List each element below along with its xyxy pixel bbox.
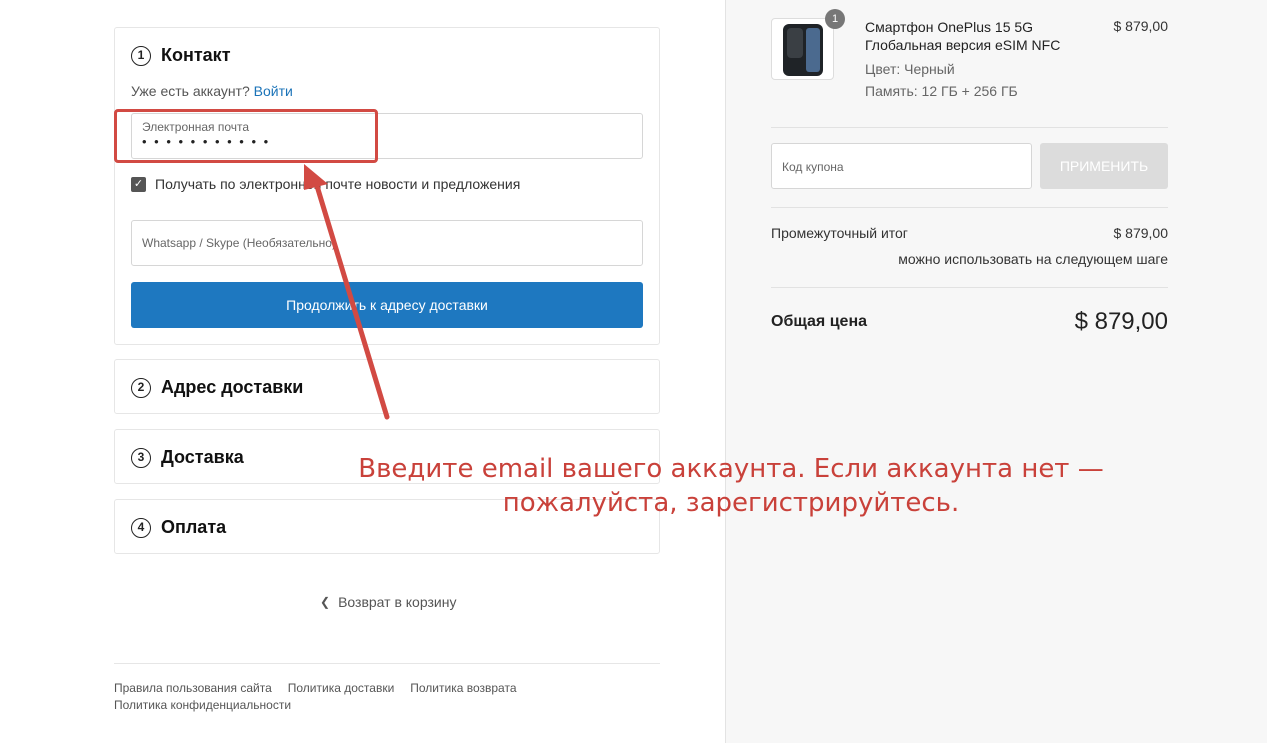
checkout-page: 1 Контакт Уже есть аккаунт? Войти Электр… (0, 0, 1267, 743)
step-number: 3 (131, 447, 151, 468)
summary-divider (771, 207, 1168, 208)
quantity-badge: 1 (825, 9, 845, 29)
footer-link-privacy[interactable]: Политика конфиденциальности (114, 698, 291, 712)
login-link[interactable]: Войти (254, 83, 293, 99)
step-number: 1 (131, 45, 151, 66)
step-number: 2 (131, 377, 151, 398)
footer-links: Правила пользования сайта Политика достав… (114, 680, 660, 714)
whatsapp-field[interactable]: Whatsapp / Skype (Необязательно) (131, 220, 643, 266)
have-account-line: Уже есть аккаунт? Войти (131, 83, 293, 99)
shipping-note: можно использовать на следующем шаге (898, 251, 1168, 267)
cart-item: 1 Смартфон OnePlus 15 5G Глобальная верс… (771, 9, 1169, 118)
product-thumbnail: 1 (771, 9, 845, 80)
continue-to-shipping-button[interactable]: Продолжить к адресу доставки (131, 282, 643, 328)
total-value: $ 879,00 (1074, 308, 1168, 335)
shipping-address-header: 2 Адрес доставки (131, 377, 303, 398)
newsletter-label: Получать по электронной почте новости и … (155, 176, 521, 192)
product-name: Смартфон OnePlus 15 5G Глобальная версия… (865, 19, 1061, 53)
subtotal-label: Промежуточный итог (771, 225, 908, 241)
summary-divider (771, 287, 1168, 288)
step-number: 4 (131, 517, 151, 538)
camera-module (787, 28, 803, 58)
coupon-input[interactable]: Код купона (771, 143, 1032, 189)
contact-header: 1 Контакт (131, 45, 231, 66)
chevron-left-icon: ❮ (320, 595, 331, 609)
whatsapp-placeholder: Whatsapp / Skype (Необязательно) (142, 236, 336, 250)
annotation-text: Введите email вашего аккаунта. Если акка… (358, 454, 1104, 518)
coupon-placeholder: Код купона (782, 160, 844, 174)
shipping-address-title: Адрес доставки (161, 377, 304, 397)
footer-link-terms[interactable]: Правила пользования сайта (114, 681, 272, 695)
annotation-highlight-box (114, 109, 378, 163)
newsletter-row: ✓ Получать по электронной почте новости … (131, 176, 520, 192)
subtotal-value: $ 879,00 (1113, 225, 1169, 241)
payment-title: Оплата (161, 517, 227, 537)
product-memory: Память: 12 ГБ + 256 ГБ (865, 83, 1018, 99)
back-to-cart-label: Возврат в корзину (338, 594, 457, 610)
total-label: Общая цена (771, 313, 867, 330)
delivery-header: 3 Доставка (131, 447, 244, 468)
product-color: Цвет: Черный (865, 61, 955, 77)
summary-divider (771, 127, 1168, 128)
phone-image (783, 24, 823, 76)
footer-divider (114, 663, 660, 664)
delivery-title: Доставка (161, 447, 244, 467)
footer-link-returns[interactable]: Политика возврата (410, 681, 516, 695)
newsletter-checkbox[interactable]: ✓ (131, 176, 146, 192)
contact-section: 1 Контакт Уже есть аккаунт? Войти Электр… (114, 27, 660, 345)
shipping-address-section[interactable]: 2 Адрес доставки (114, 359, 660, 414)
footer-link-shipping[interactable]: Политика доставки (288, 681, 395, 695)
have-account-text: Уже есть аккаунт? (131, 83, 250, 99)
back-to-cart-link[interactable]: ❮ Возврат в корзину (320, 594, 456, 610)
phone-screen (806, 28, 820, 72)
product-price: $ 879,00 (1113, 18, 1169, 34)
contact-title: Контакт (161, 45, 231, 65)
payment-header: 4 Оплата (131, 517, 226, 538)
apply-coupon-button[interactable]: ПРИМЕНИТЬ (1040, 143, 1168, 189)
